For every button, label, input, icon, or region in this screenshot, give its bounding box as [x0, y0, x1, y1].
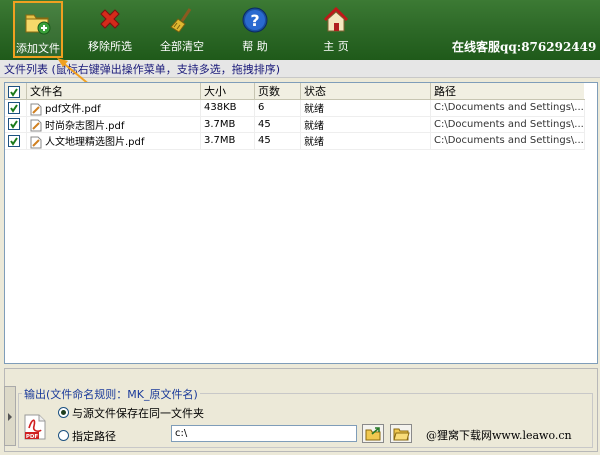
- output-naming-rule: 输出(文件命名规则：MK_原文件名): [22, 386, 200, 402]
- table-row[interactable]: 人文地理精选图片.pdf 3.7MB 45 就绪 C:\Documents an…: [5, 132, 585, 150]
- pdf-icon: PDF: [24, 414, 46, 440]
- online-support-qq: 在线客服qq:876292449: [452, 40, 597, 54]
- table-row[interactable]: 时尚杂志图片.pdf 3.7MB 45 就绪 C:\Documents and …: [5, 116, 585, 133]
- home-label: 主 页: [323, 40, 349, 53]
- help-label: 帮 助: [242, 40, 268, 53]
- svg-text:?: ?: [250, 11, 259, 30]
- row-checkbox[interactable]: [8, 118, 20, 131]
- clear-all-label: 全部清空: [160, 40, 204, 53]
- check-icon: [10, 137, 18, 146]
- check-icon: [10, 120, 18, 130]
- browse-folder-button[interactable]: [390, 424, 412, 443]
- pdf-file-icon: [30, 119, 42, 132]
- column-header-status[interactable]: 状态: [300, 83, 431, 100]
- row-checkbox-cell[interactable]: [5, 132, 27, 150]
- column-header-size[interactable]: 大小: [200, 83, 255, 100]
- help-button[interactable]: ? 帮 助: [232, 1, 278, 58]
- panel-collapse-grip[interactable]: [4, 386, 16, 446]
- home-icon: [323, 6, 349, 32]
- file-name: pdf文件.pdf: [45, 104, 101, 115]
- folder-open-icon: [393, 428, 410, 441]
- file-path: C:\Documents and Settings\...: [430, 116, 585, 133]
- help-icon: ?: [242, 7, 268, 33]
- file-pages: 45: [254, 132, 301, 150]
- file-pages: 6: [254, 99, 301, 117]
- output-path-input[interactable]: [171, 425, 357, 442]
- file-pages: 45: [254, 116, 301, 133]
- pdf-file-icon: [30, 103, 42, 115]
- file-table: 文件名 大小 页数 状态 路径 pdf文件.pdf 438KB 6 就绪 C:\…: [5, 83, 585, 150]
- svg-text:PDF: PDF: [26, 434, 39, 440]
- custom-path-label[interactable]: 指定路径: [72, 428, 116, 444]
- collapse-arrow-icon: [8, 413, 12, 421]
- file-status: 就绪: [300, 99, 431, 117]
- file-size: 3.7MB: [200, 116, 255, 133]
- select-all-header[interactable]: [5, 83, 27, 100]
- row-checkbox[interactable]: [8, 134, 20, 147]
- file-name: 时尚杂志图片.pdf: [45, 120, 125, 132]
- same-folder-label[interactable]: 与源文件保存在同一文件夹: [72, 405, 204, 421]
- same-folder-radio[interactable]: [58, 407, 69, 418]
- column-header-name[interactable]: 文件名: [26, 83, 201, 100]
- custom-path-radio[interactable]: [58, 430, 69, 441]
- file-list[interactable]: 文件名 大小 页数 状态 路径 pdf文件.pdf 438KB 6 就绪 C:\…: [4, 82, 598, 364]
- file-name: 人文地理精选图片.pdf: [45, 137, 145, 148]
- file-name-cell: 时尚杂志图片.pdf: [26, 116, 201, 133]
- row-checkbox-cell[interactable]: [5, 116, 27, 133]
- pdf-file-icon: [30, 136, 42, 148]
- row-checkbox[interactable]: [8, 101, 20, 114]
- table-row[interactable]: pdf文件.pdf 438KB 6 就绪 C:\Documents and Se…: [5, 99, 585, 117]
- file-status: 就绪: [300, 116, 431, 133]
- select-all-checkbox[interactable]: [8, 85, 20, 98]
- table-header-row: 文件名 大小 页数 状态 路径: [5, 83, 585, 100]
- clear-all-button[interactable]: 全部清空: [157, 1, 207, 58]
- file-name-cell: pdf文件.pdf: [26, 99, 201, 117]
- check-icon: [10, 104, 18, 113]
- watermark-credit: @狸窝下载网www.leawo.cn: [426, 429, 572, 442]
- file-path: C:\Documents and Settings\...: [430, 99, 585, 117]
- file-size: 3.7MB: [200, 132, 255, 150]
- column-header-pages[interactable]: 页数: [254, 83, 301, 100]
- open-target-folder-button[interactable]: [362, 424, 384, 443]
- file-name-cell: 人文地理精选图片.pdf: [26, 132, 201, 150]
- column-header-path[interactable]: 路径: [430, 83, 585, 100]
- broom-icon: [170, 8, 192, 33]
- folder-arrow-icon: [365, 427, 381, 441]
- home-button[interactable]: 主 页: [313, 1, 359, 58]
- row-checkbox-cell[interactable]: [5, 99, 27, 117]
- check-icon: [10, 87, 18, 97]
- file-path: C:\Documents and Settings\...: [430, 132, 585, 150]
- file-size: 438KB: [200, 99, 255, 117]
- file-status: 就绪: [300, 132, 431, 150]
